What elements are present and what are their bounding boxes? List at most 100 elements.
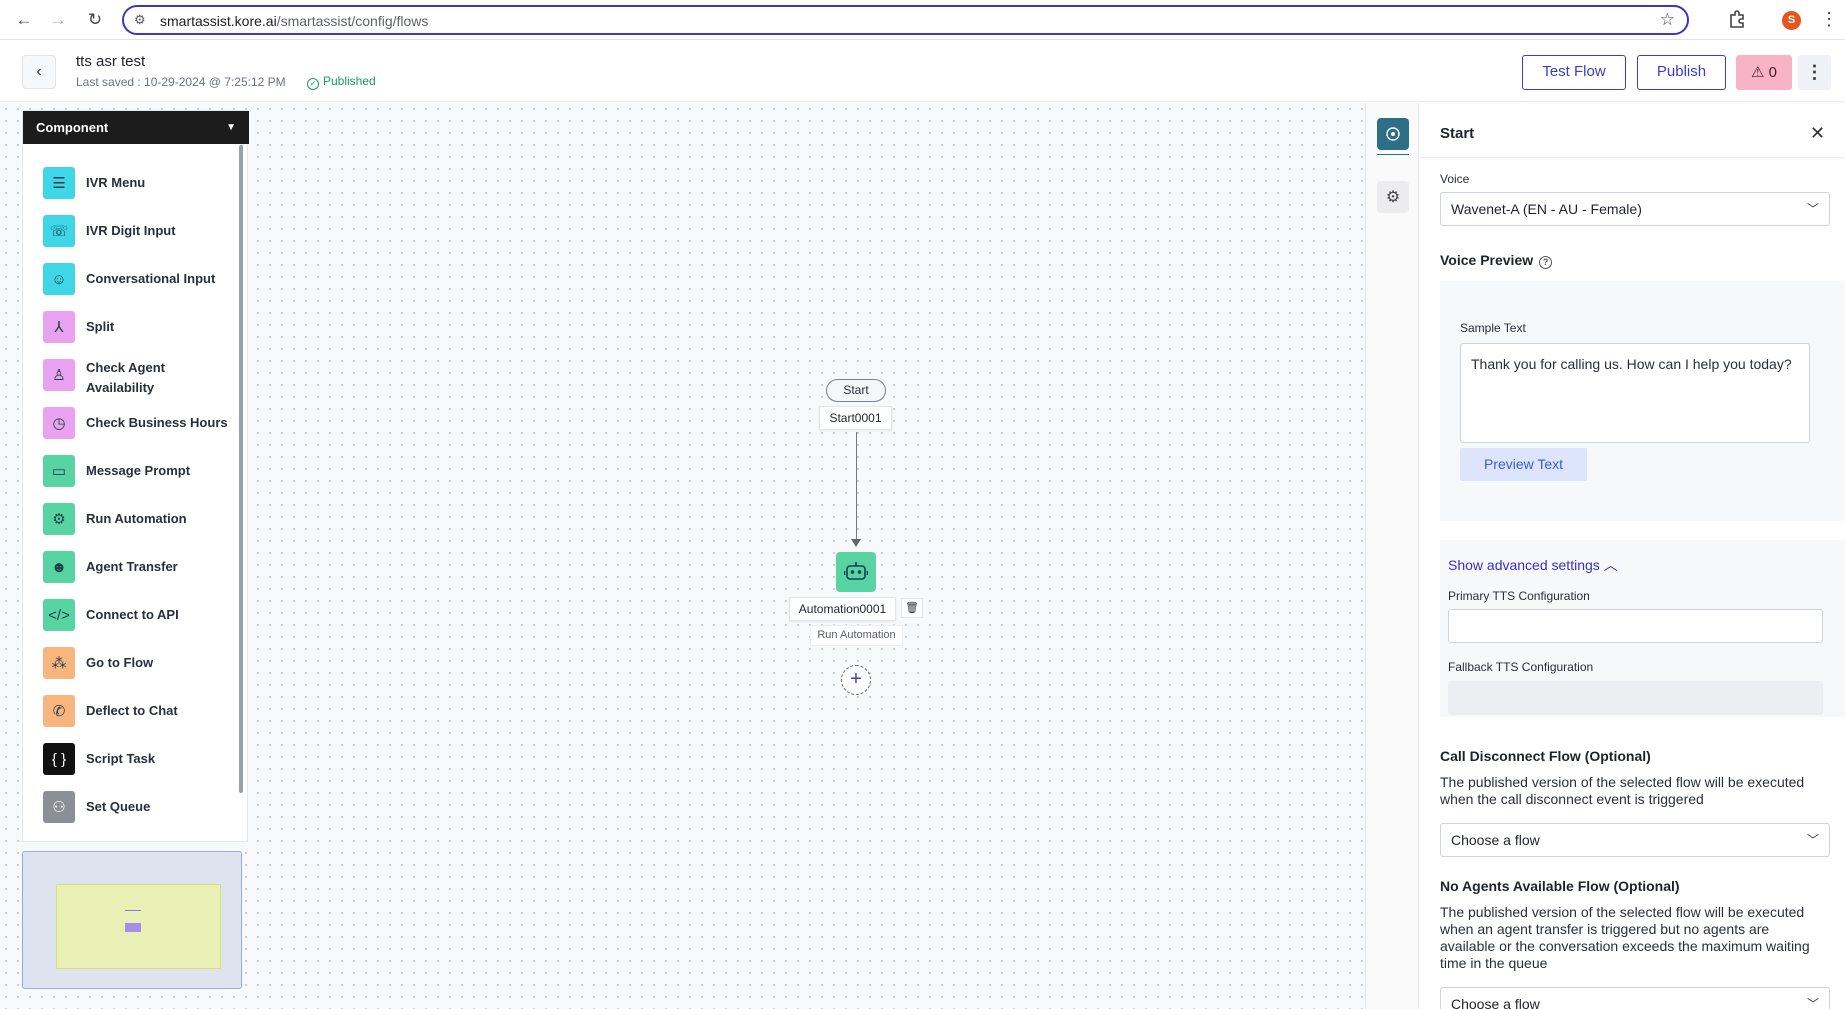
help-icon[interactable]: ? bbox=[1539, 256, 1553, 269]
check-business-hours-icon: ◷ bbox=[43, 407, 75, 439]
properties-title: Start bbox=[1440, 125, 1475, 142]
no-agents-select-value: Choose a flow bbox=[1451, 996, 1540, 1009]
advanced-settings-label: Show advanced settings bbox=[1448, 557, 1600, 573]
warnings-button[interactable]: ⚠ 0 bbox=[1736, 55, 1792, 90]
ivr-digit-input-icon: ☏ bbox=[43, 215, 75, 247]
forward-arrow-icon[interactable]: → bbox=[47, 9, 69, 31]
component-item[interactable]: ⚇ Set Queue bbox=[43, 790, 238, 824]
component-item[interactable]: ☰ IVR Menu bbox=[43, 166, 238, 200]
component-item[interactable]: ☏ IVR Digit Input bbox=[43, 214, 238, 248]
caret-down-icon[interactable]: ▼ bbox=[226, 111, 236, 144]
robot-icon bbox=[844, 562, 868, 580]
minimap[interactable] bbox=[22, 851, 242, 989]
advanced-settings-toggle[interactable]: Show advanced settings ︿ bbox=[1448, 555, 1618, 575]
component-item[interactable]: ⚙ Run Automation bbox=[43, 502, 238, 536]
sample-text-input[interactable]: Thank you for calling us. How can I help… bbox=[1460, 343, 1810, 443]
component-label: Conversational Input bbox=[86, 271, 216, 286]
component-item[interactable]: { } Script Task bbox=[43, 742, 238, 776]
back-button[interactable]: ‹ bbox=[22, 55, 56, 89]
sample-text-label: Sample Text bbox=[1460, 321, 1526, 335]
voice-select[interactable]: Wavenet-A (EN - AU - Female) ﹀ bbox=[1440, 192, 1830, 226]
component-item[interactable]: </> Connect to API bbox=[43, 598, 238, 632]
automation-node-label[interactable]: Automation0001 bbox=[789, 597, 896, 621]
warning-icon: ⚠ bbox=[1751, 64, 1765, 81]
component-scrollbar[interactable] bbox=[239, 145, 243, 793]
run-automation-icon: ⚙ bbox=[43, 503, 75, 535]
site-settings-icon[interactable]: ⚙ bbox=[134, 12, 146, 28]
properties-panel: Start ✕ Voice Wavenet-A (EN - AU - Femal… bbox=[1420, 103, 1845, 1009]
component-item[interactable]: ♙ Check Agent Availability bbox=[43, 358, 238, 395]
profile-avatar[interactable]: S bbox=[1782, 11, 1801, 30]
component-item[interactable]: ☺ Conversational Input bbox=[43, 262, 238, 296]
add-node-button[interactable]: + bbox=[841, 665, 871, 695]
component-panel-header[interactable]: Component ▼ bbox=[23, 111, 249, 144]
go-to-flow-icon: ⁂ bbox=[43, 647, 75, 679]
split-icon: ⅄ bbox=[43, 311, 75, 343]
minimap-node bbox=[125, 923, 141, 932]
chevron-down-icon: ﹀ bbox=[1806, 202, 1819, 216]
voice-select-value: Wavenet-A (EN - AU - Female) bbox=[1451, 201, 1642, 217]
node-properties-tab[interactable] bbox=[1377, 118, 1409, 150]
extensions-icon[interactable] bbox=[1728, 9, 1748, 29]
app-header: ‹ tts asr test Last saved : 10-29-2024 @… bbox=[0, 41, 1845, 102]
connector-arrow bbox=[851, 539, 861, 547]
component-item[interactable]: ⅄ Split bbox=[43, 310, 238, 344]
component-list: ☰ IVR Menu ☏ IVR Digit Input ☺ Conversat… bbox=[23, 144, 243, 843]
agent-transfer-icon: ☻ bbox=[43, 551, 75, 583]
call-disconnect-description: The published version of the selected fl… bbox=[1440, 774, 1805, 807]
flow-connector bbox=[856, 432, 857, 542]
component-panel: Component ▼ ☰ IVR Menu ☏ IVR Digit Input… bbox=[22, 110, 249, 843]
component-label: Run Automation bbox=[86, 511, 187, 526]
primary-tts-input[interactable] bbox=[1448, 609, 1823, 643]
component-item[interactable]: ✆ Deflect to Chat bbox=[43, 694, 238, 728]
call-disconnect-select-value: Choose a flow bbox=[1451, 832, 1540, 848]
target-icon bbox=[1386, 127, 1400, 141]
browser-menu-icon[interactable]: ⋮ bbox=[1820, 9, 1838, 29]
settings-tab[interactable]: ⚙ bbox=[1377, 181, 1409, 213]
voice-preview-heading: Voice Preview? bbox=[1440, 252, 1553, 269]
preview-text-button[interactable]: Preview Text bbox=[1460, 448, 1587, 481]
no-agents-description: The published version of the selected fl… bbox=[1440, 904, 1810, 971]
component-label: Message Prompt bbox=[86, 463, 191, 478]
component-item[interactable]: ◷ Check Business Hours bbox=[43, 406, 238, 440]
bookmark-star-icon[interactable]: ☆ bbox=[1660, 10, 1675, 30]
conversational-input-icon: ☺ bbox=[43, 263, 75, 295]
flow-title: tts asr test bbox=[76, 53, 146, 70]
fallback-tts-input bbox=[1448, 681, 1823, 715]
gear-icon: ⚙ bbox=[1385, 189, 1401, 206]
url-path: /smartassist/config/flows bbox=[276, 13, 429, 29]
minimap-node bbox=[125, 910, 141, 911]
publish-button[interactable]: Publish bbox=[1637, 55, 1726, 90]
back-arrow-icon[interactable]: ← bbox=[13, 9, 35, 31]
active-tab-indicator bbox=[1377, 154, 1409, 155]
fallback-tts-label: Fallback TTS Configuration bbox=[1448, 660, 1594, 674]
component-label: Check Business Hours bbox=[86, 415, 228, 430]
connect-to-api-icon: </> bbox=[43, 599, 75, 631]
component-item[interactable]: ⁂ Go to Flow bbox=[43, 646, 238, 680]
start-node-label[interactable]: Start0001 bbox=[819, 406, 892, 430]
component-item[interactable]: ☻ Agent Transfer bbox=[43, 550, 238, 584]
no-agents-flow-select[interactable]: Choose a flow ﹀ bbox=[1440, 987, 1830, 1009]
url-host: smartassist.kore.ai bbox=[160, 13, 277, 29]
test-flow-button[interactable]: Test Flow bbox=[1522, 55, 1626, 90]
no-agents-heading: No Agents Available Flow (Optional) bbox=[1440, 878, 1680, 894]
status-label: Published bbox=[323, 74, 376, 88]
close-icon[interactable]: ✕ bbox=[1810, 123, 1825, 144]
chevron-down-icon: ﹀ bbox=[1806, 833, 1819, 847]
address-bar[interactable]: ⚙ smartassist.kore.ai/smartassist/config… bbox=[122, 5, 1689, 35]
automation-node[interactable] bbox=[836, 552, 876, 592]
component-label: Split bbox=[86, 319, 115, 334]
chevron-down-icon: ﹀ bbox=[1806, 997, 1819, 1009]
warnings-count: 0 bbox=[1768, 64, 1777, 81]
component-label: Deflect to Chat bbox=[86, 703, 178, 718]
delete-node-icon[interactable]: 🗑 bbox=[901, 598, 923, 618]
reload-icon[interactable]: ↻ bbox=[84, 9, 106, 31]
more-options-button[interactable]: ⋮ bbox=[1798, 55, 1831, 90]
ivr-menu-icon: ☰ bbox=[43, 167, 75, 199]
start-pill[interactable]: Start bbox=[826, 379, 886, 402]
browser-toolbar: ← → ↻ ⚙ smartassist.kore.ai/smartassist/… bbox=[0, 0, 1845, 40]
component-label: IVR Digit Input bbox=[86, 223, 176, 238]
check-circle-icon: ✓ bbox=[307, 78, 319, 90]
call-disconnect-flow-select[interactable]: Choose a flow ﹀ bbox=[1440, 823, 1830, 857]
component-item[interactable]: ▭ Message Prompt bbox=[43, 454, 238, 488]
